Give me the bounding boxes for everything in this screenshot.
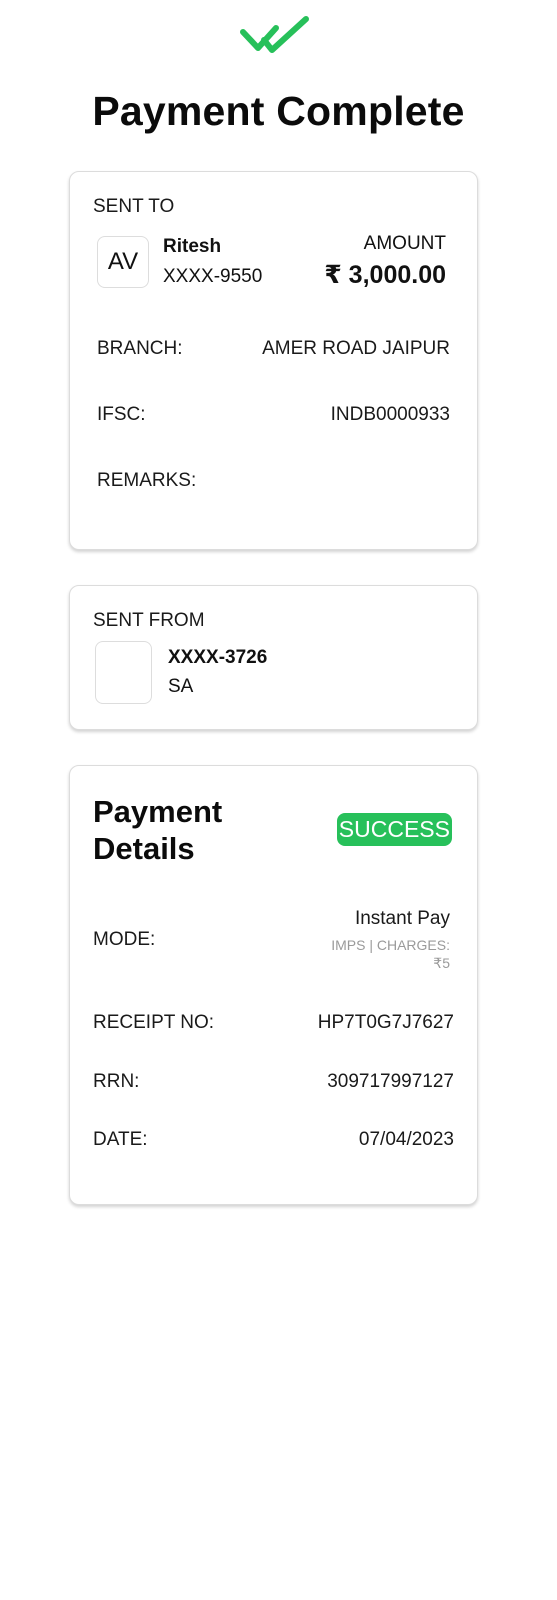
sent-to-card: SENT TO AV Ritesh XXXX-9550 AMOUNT ₹ 3,0… xyxy=(69,171,478,550)
mode-sub-line1: IMPS | CHARGES: xyxy=(331,937,450,953)
recipient-account: XXXX-9550 xyxy=(163,266,263,287)
rrn-label: RRN: xyxy=(93,1071,140,1092)
amount-label: AMOUNT xyxy=(363,233,446,254)
sent-from-label: SENT FROM xyxy=(93,610,205,631)
ifsc-value: INDB0000933 xyxy=(330,404,450,425)
bank-logo-placeholder xyxy=(95,641,152,704)
amount-value: ₹ 3,000.00 xyxy=(324,261,446,289)
branch-label: BRANCH: xyxy=(97,338,183,359)
mode-sub-line2: ₹5 xyxy=(433,955,450,971)
date-label: DATE: xyxy=(93,1129,148,1150)
receipt-label: RECEIPT NO: xyxy=(93,1012,215,1033)
recipient-avatar: AV xyxy=(97,236,149,288)
payment-details-card: Payment Details SUCCESS MODE: Instant Pa… xyxy=(69,765,478,1205)
mode-value: Instant Pay xyxy=(354,908,450,929)
branch-value: AMER ROAD JAIPUR xyxy=(262,338,450,359)
sender-account-type: SA xyxy=(168,676,194,697)
recipient-name: Ritesh xyxy=(163,236,222,257)
sent-from-card: SENT FROM XXXX-3726 SA xyxy=(69,585,478,730)
status-badge: SUCCESS xyxy=(336,813,452,846)
double-check-icon xyxy=(240,16,309,53)
receipt-value: HP7T0G7J7627 xyxy=(317,1012,454,1033)
date-value: 07/04/2023 xyxy=(358,1129,454,1150)
rrn-value: 309717997127 xyxy=(327,1071,454,1092)
mode-label: MODE: xyxy=(93,929,156,950)
page-title: Payment Complete xyxy=(92,88,465,134)
sent-to-label: SENT TO xyxy=(93,196,175,217)
sender-account: XXXX-3726 xyxy=(168,647,268,668)
payment-details-title: Payment Details xyxy=(93,794,223,866)
ifsc-label: IFSC: xyxy=(97,404,146,425)
remarks-label: REMARKS: xyxy=(97,470,197,491)
